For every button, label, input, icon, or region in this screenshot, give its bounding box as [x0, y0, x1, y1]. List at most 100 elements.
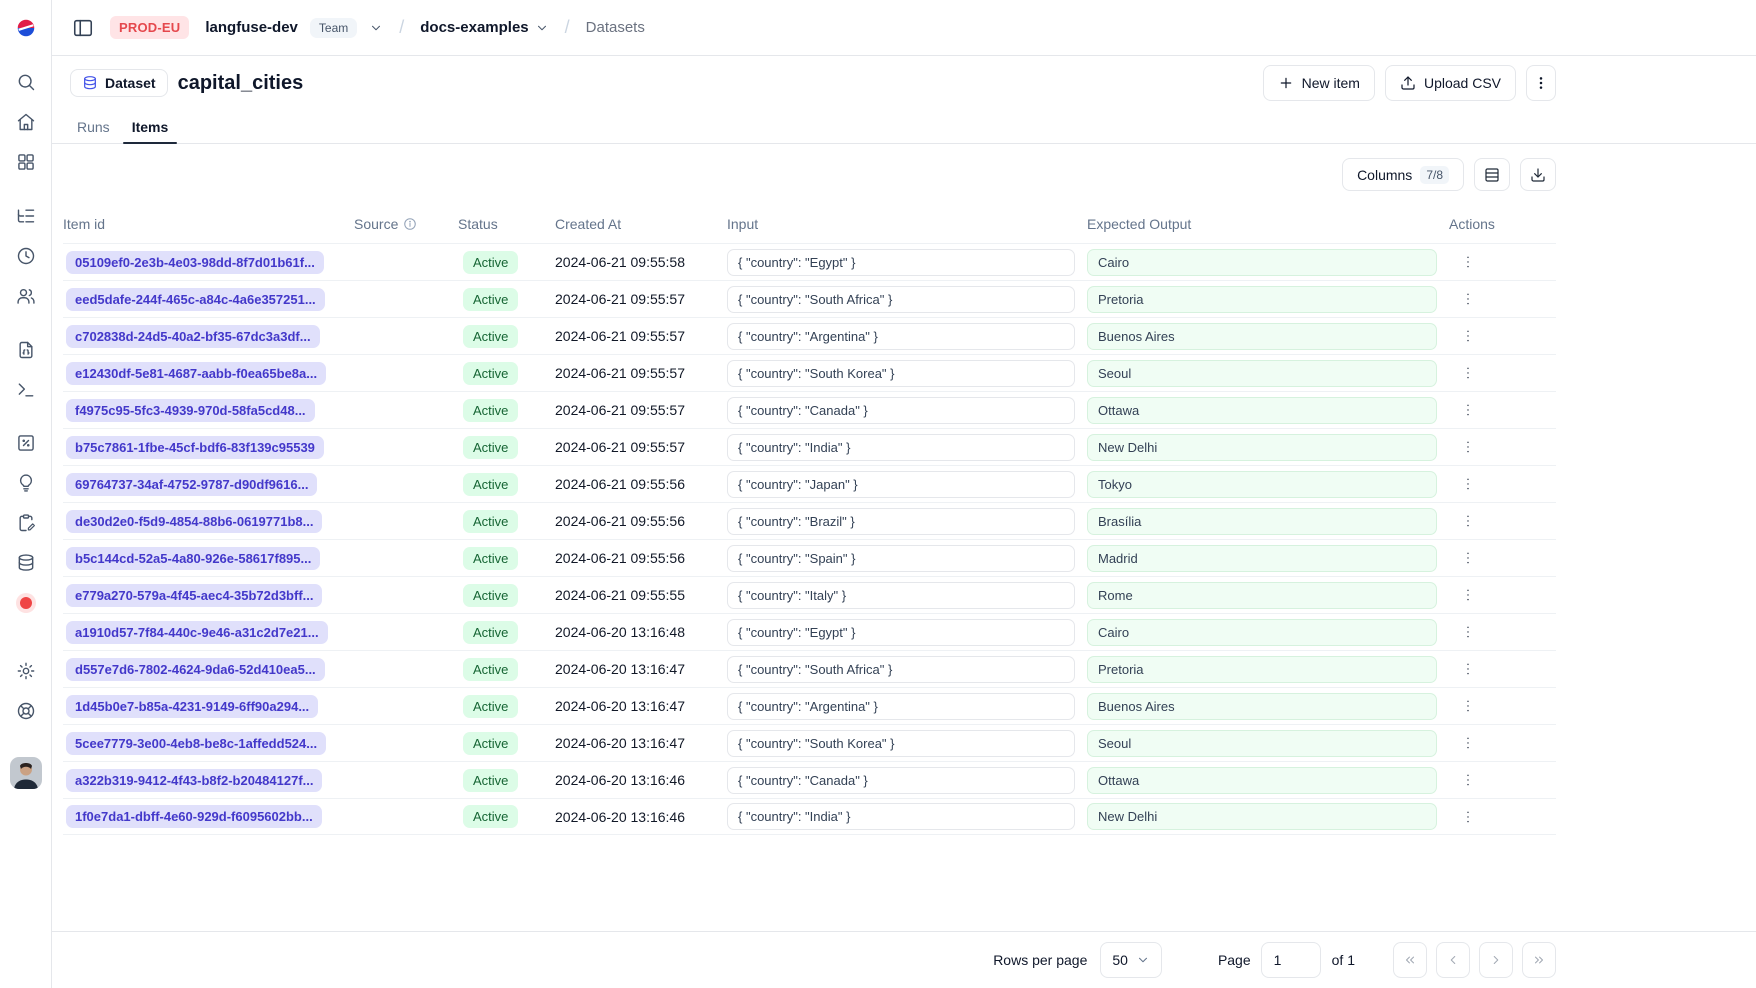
sidebar-item-insights[interactable]: [6, 463, 46, 503]
row-actions-button[interactable]: [1455, 582, 1481, 608]
item-id-link[interactable]: f4975c95-5fc3-4939-970d-58fa5cd48...: [66, 399, 315, 422]
row-actions-button[interactable]: [1455, 397, 1481, 423]
row-actions-button[interactable]: [1455, 471, 1481, 497]
table-row[interactable]: d557e7d6-7802-4624-9da6-52d410ea5... Act…: [63, 650, 1556, 687]
row-actions-button[interactable]: [1455, 693, 1481, 719]
item-id-link[interactable]: 1f0e7da1-dbff-4e60-929d-f6095602bb...: [66, 805, 322, 828]
sidebar-item-dashboards[interactable]: [6, 142, 46, 182]
item-id-link[interactable]: 05109ef0-2e3b-4e03-98dd-8f7d01b61f...: [66, 251, 324, 274]
sidebar-item-tracing[interactable]: [6, 196, 46, 236]
sidebar-item-datasets[interactable]: [6, 543, 46, 583]
sidebar-item-support[interactable]: [6, 691, 46, 731]
sidebar-toggle-button[interactable]: [68, 13, 98, 43]
last-page-button[interactable]: [1522, 942, 1556, 978]
sidebar-item-search[interactable]: [6, 62, 46, 102]
columns-button[interactable]: Columns 7/8: [1342, 158, 1464, 191]
sidebar-item-home[interactable]: [6, 102, 46, 142]
item-id-link[interactable]: 69764737-34af-4752-9787-d90df9616...: [66, 473, 317, 496]
item-id-link[interactable]: e779a270-579a-4f45-aec4-35b72d3bff...: [66, 584, 322, 607]
table-row[interactable]: a1910d57-7f84-440c-9e46-a31c2d7e21... Ac…: [63, 613, 1556, 650]
sidebar-item-users[interactable]: [6, 276, 46, 316]
status-badge: Active: [463, 658, 518, 681]
table-row[interactable]: a322b319-9412-4f43-b8f2-b20484127f... Ac…: [63, 761, 1556, 798]
item-id-link[interactable]: e12430df-5e81-4687-aabb-f0ea65be8a...: [66, 362, 326, 385]
dataset-menu-button[interactable]: [1526, 65, 1556, 101]
sidebar-item-sessions[interactable]: [6, 236, 46, 276]
row-actions-button[interactable]: [1455, 730, 1481, 756]
previous-page-button[interactable]: [1436, 942, 1470, 978]
cell-actions: [1449, 360, 1556, 386]
table-row[interactable]: eed5dafe-244f-465c-a84c-4a6e357251... Ac…: [63, 280, 1556, 317]
upload-csv-button[interactable]: Upload CSV: [1385, 65, 1516, 101]
table-row[interactable]: 1d45b0e7-b85a-4231-9149-6ff90a294... Act…: [63, 687, 1556, 724]
item-id-link[interactable]: de30d2e0-f5d9-4854-88b6-0619771b8...: [66, 510, 322, 533]
item-id-link[interactable]: b75c7861-1fbe-45cf-bdf6-83f139c95539: [66, 436, 324, 459]
new-item-button[interactable]: New item: [1263, 65, 1375, 101]
col-header-expected-output: Expected Output: [1087, 216, 1449, 232]
info-icon[interactable]: [403, 217, 417, 231]
cell-input: { "country": "Canada" }: [727, 767, 1087, 794]
row-actions-button[interactable]: [1455, 545, 1481, 571]
project-selector[interactable]: docs-examples: [420, 19, 548, 36]
status-badge: Active: [463, 621, 518, 644]
row-actions-button[interactable]: [1455, 804, 1481, 830]
row-actions-button[interactable]: [1455, 286, 1481, 312]
page-number-input[interactable]: [1261, 942, 1321, 978]
item-id-link[interactable]: a322b319-9412-4f43-b8f2-b20484127f...: [66, 769, 322, 792]
table-row[interactable]: b5c144cd-52a5-4a80-926e-58617f895... Act…: [63, 539, 1556, 576]
table-row[interactable]: f4975c95-5fc3-4939-970d-58fa5cd48... Act…: [63, 391, 1556, 428]
user-avatar[interactable]: [10, 757, 42, 789]
table-row[interactable]: de30d2e0-f5d9-4854-88b6-0619771b8... Act…: [63, 502, 1556, 539]
sidebar-item-settings[interactable]: [6, 651, 46, 691]
table-row[interactable]: 1f0e7da1-dbff-4e60-929d-f6095602bb... Ac…: [63, 798, 1556, 835]
tab-runs[interactable]: Runs: [68, 110, 119, 143]
table-row[interactable]: e12430df-5e81-4687-aabb-f0ea65be8a... Ac…: [63, 354, 1556, 391]
row-actions-button[interactable]: [1455, 767, 1481, 793]
columns-count-badge: 7/8: [1420, 166, 1449, 184]
first-page-button[interactable]: [1393, 942, 1427, 978]
item-id-link[interactable]: c702838d-24d5-40a2-bf35-67dc3a3df...: [66, 325, 320, 348]
tab-items[interactable]: Items: [123, 110, 178, 143]
table-row[interactable]: 05109ef0-2e3b-4e03-98dd-8f7d01b61f... Ac…: [63, 243, 1556, 280]
kebab-menu-icon: [1460, 809, 1476, 825]
row-actions-button[interactable]: [1455, 249, 1481, 275]
next-page-button[interactable]: [1479, 942, 1513, 978]
item-id-link[interactable]: b5c144cd-52a5-4a80-926e-58617f895...: [66, 547, 320, 570]
status-badge: Active: [463, 399, 518, 422]
sidebar-item-annotation[interactable]: [6, 503, 46, 543]
kebab-menu-icon: [1460, 328, 1476, 344]
item-id-link[interactable]: a1910d57-7f84-440c-9e46-a31c2d7e21...: [66, 621, 328, 644]
org-name[interactable]: langfuse-dev: [205, 19, 298, 36]
row-height-button[interactable]: [1474, 158, 1510, 191]
table-row[interactable]: 5cee7779-3e00-4eb8-be8c-1affedd524... Ac…: [63, 724, 1556, 761]
sidebar-item-prompts[interactable]: [6, 330, 46, 370]
export-button[interactable]: [1520, 158, 1556, 191]
row-actions-button[interactable]: [1455, 508, 1481, 534]
breadcrumb-page[interactable]: Datasets: [586, 19, 645, 36]
row-actions-button[interactable]: [1455, 656, 1481, 682]
cell-created-at: 2024-06-20 13:16:46: [555, 809, 727, 825]
row-actions-button[interactable]: [1455, 323, 1481, 349]
breadcrumb-separator: /: [561, 17, 574, 38]
chevron-down-icon[interactable]: [369, 21, 383, 35]
sidebar-item-playground[interactable]: [6, 370, 46, 410]
cell-actions: [1449, 434, 1556, 460]
row-actions-button[interactable]: [1455, 619, 1481, 645]
status-badge: Active: [463, 473, 518, 496]
item-id-link[interactable]: 5cee7779-3e00-4eb8-be8c-1affedd524...: [66, 732, 326, 755]
table-row[interactable]: b75c7861-1fbe-45cf-bdf6-83f139c95539 Act…: [63, 428, 1556, 465]
item-id-link[interactable]: 1d45b0e7-b85a-4231-9149-6ff90a294...: [66, 695, 318, 718]
sidebar-item-evaluation[interactable]: [6, 423, 46, 463]
rows-per-page-select[interactable]: 50: [1100, 942, 1162, 978]
langfuse-logo[interactable]: [6, 8, 46, 48]
table-row[interactable]: 69764737-34af-4752-9787-d90df9616... Act…: [63, 465, 1556, 502]
recording-status-dot[interactable]: [6, 583, 46, 623]
table-row[interactable]: c702838d-24d5-40a2-bf35-67dc3a3df... Act…: [63, 317, 1556, 354]
kebab-menu-icon: [1533, 75, 1549, 91]
table-row[interactable]: e779a270-579a-4f45-aec4-35b72d3bff... Ac…: [63, 576, 1556, 613]
item-id-link[interactable]: eed5dafe-244f-465c-a84c-4a6e357251...: [66, 288, 325, 311]
row-actions-button[interactable]: [1455, 434, 1481, 460]
row-actions-button[interactable]: [1455, 360, 1481, 386]
cell-expected-output: Tokyo: [1087, 471, 1449, 498]
item-id-link[interactable]: d557e7d6-7802-4624-9da6-52d410ea5...: [66, 658, 325, 681]
